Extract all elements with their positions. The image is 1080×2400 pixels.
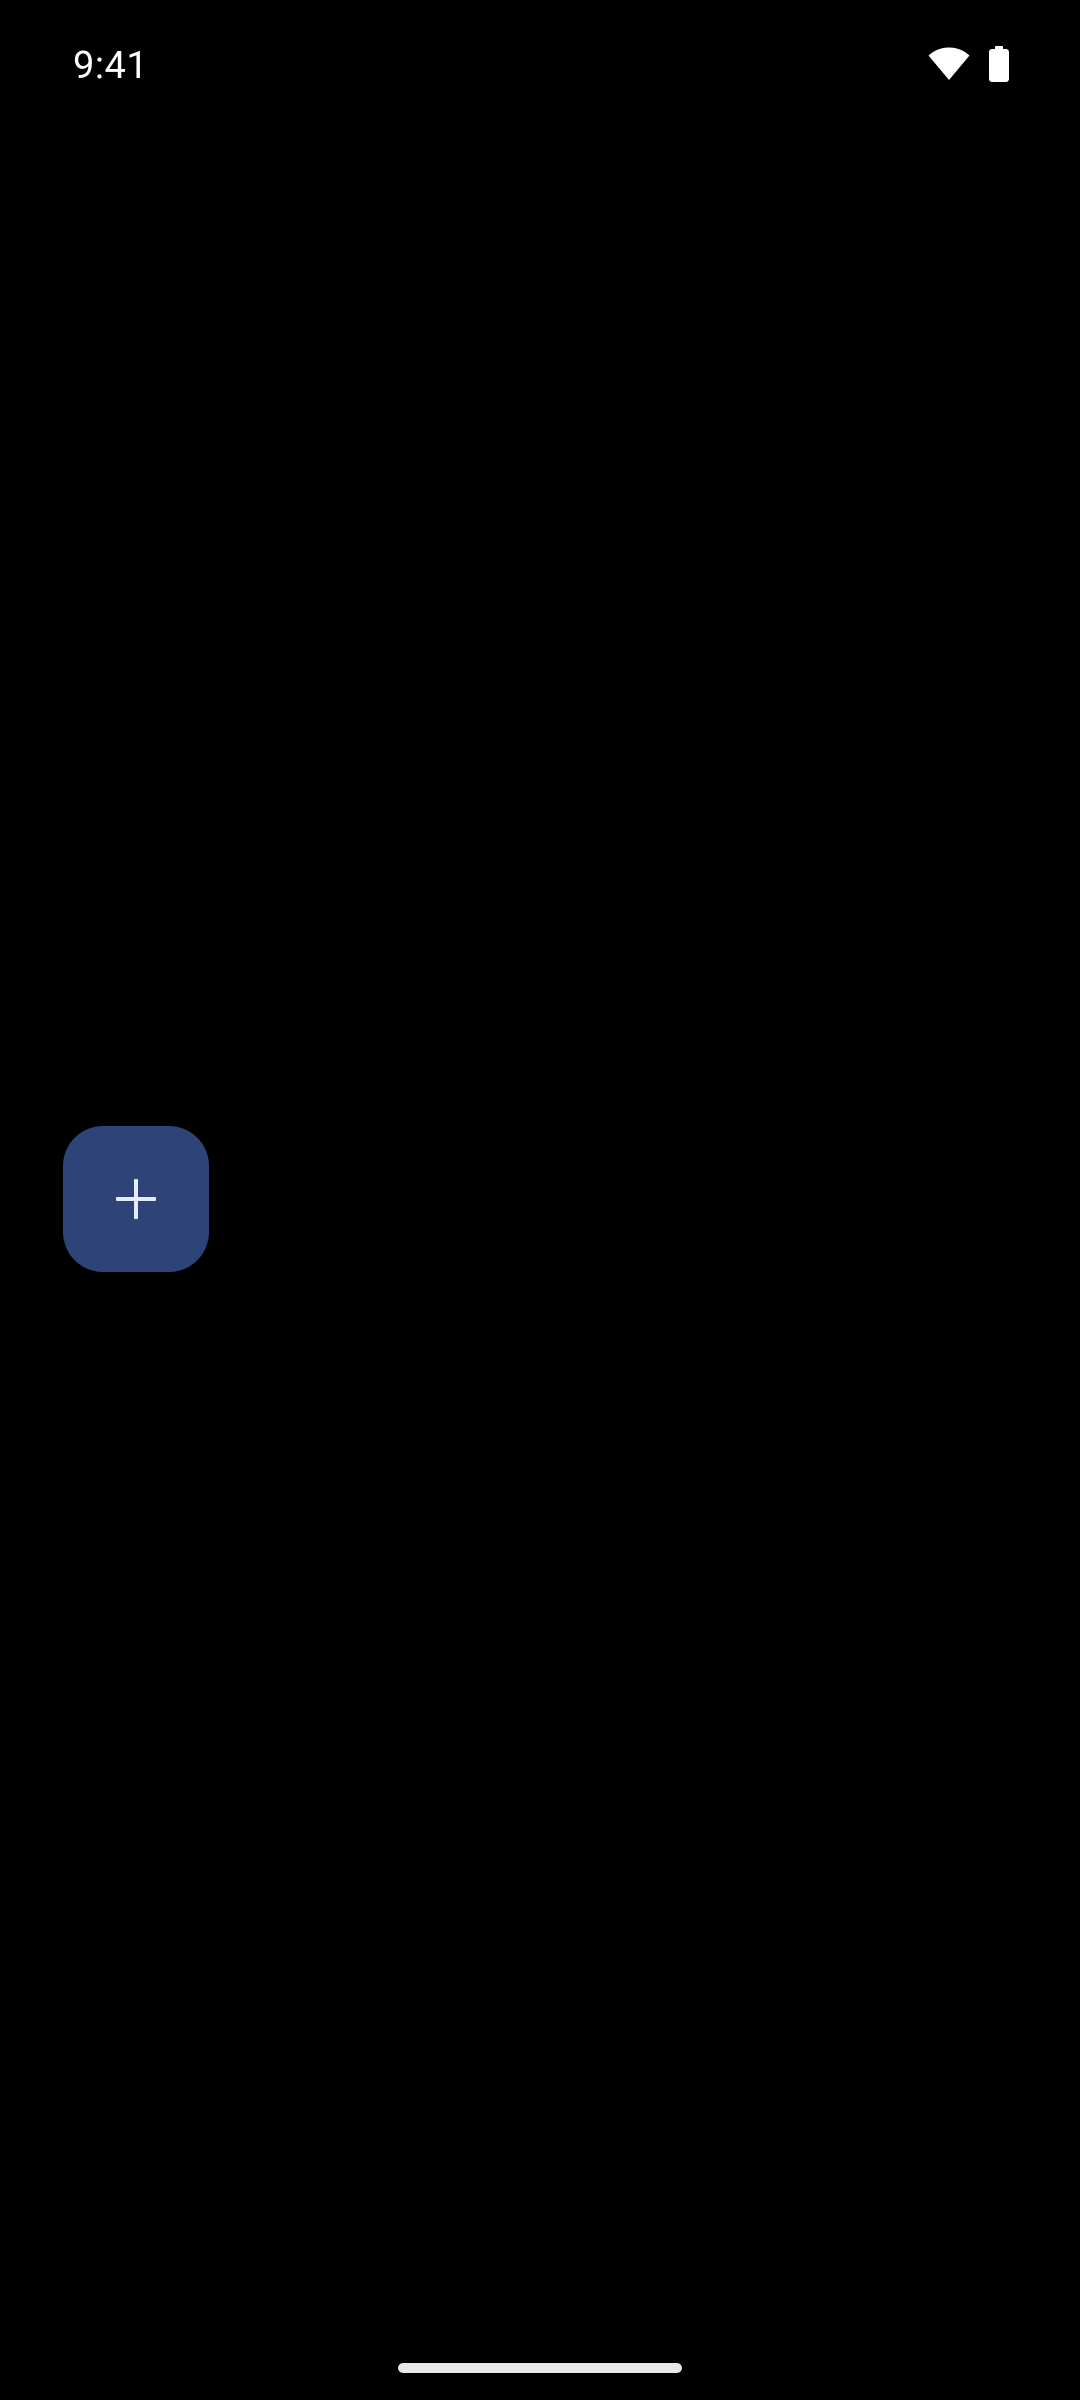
status-icons [928, 44, 1010, 84]
add-button[interactable] [63, 1126, 209, 1272]
plus-icon [114, 1177, 158, 1221]
status-time: 9:41 [73, 44, 149, 88]
wifi-icon [928, 47, 970, 81]
status-bar: 9:41 [0, 0, 1080, 130]
home-screen: 9:41 [0, 0, 1080, 2400]
battery-icon [988, 46, 1010, 82]
gesture-nav-handle[interactable] [398, 2363, 682, 2373]
